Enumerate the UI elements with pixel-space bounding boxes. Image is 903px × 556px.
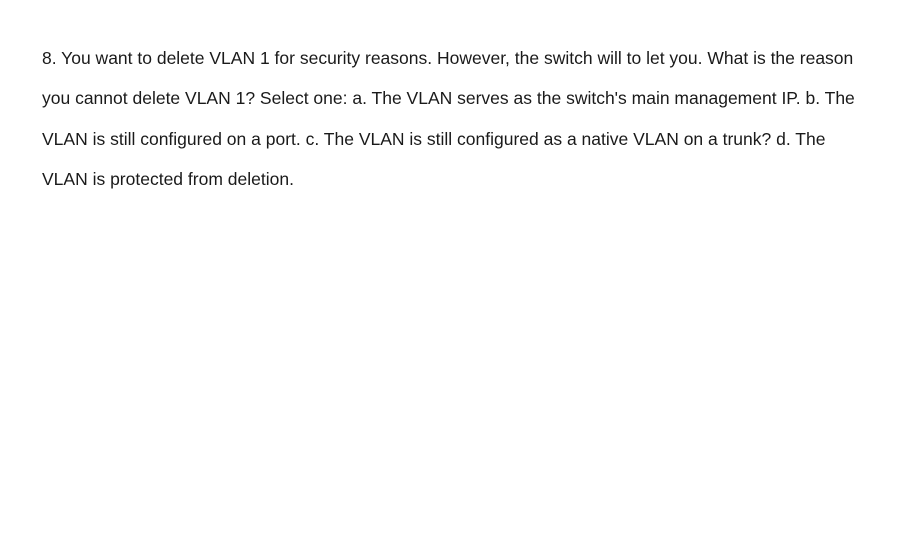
option-a-text: The VLAN serves as the switch's main man… [372,88,801,108]
question-container: 8. You want to delete VLAN 1 for securit… [0,0,903,237]
option-b-label: b. [805,88,820,108]
option-c-label: c. [306,129,320,149]
question-number: 8. [42,48,57,68]
option-a-label: a. [352,88,367,108]
option-c-text: The VLAN is still configured as a native… [324,129,771,149]
option-d-label: d. [776,129,791,149]
